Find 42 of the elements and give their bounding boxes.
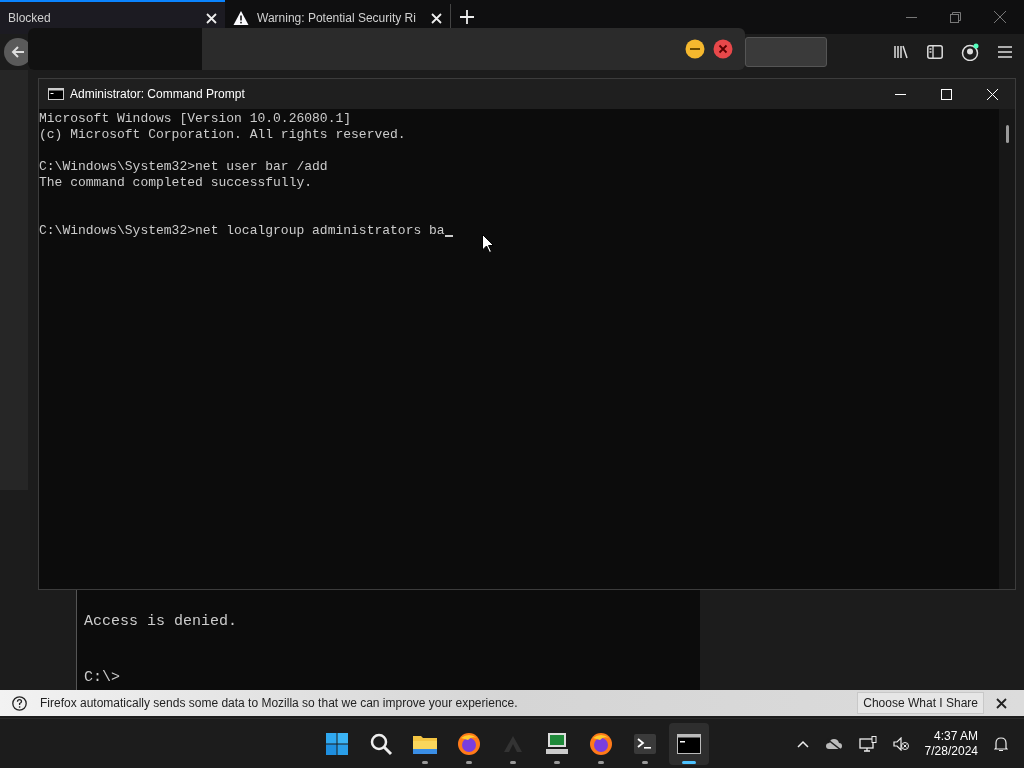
console-line: The command completed successfully. bbox=[39, 175, 313, 191]
computer-icon bbox=[544, 731, 570, 756]
speaker-muted-icon[interactable] bbox=[892, 736, 909, 751]
terminal-icon bbox=[633, 732, 657, 755]
minus-circle-icon[interactable] bbox=[685, 39, 705, 59]
warning-icon bbox=[233, 10, 249, 26]
library-icon[interactable] bbox=[893, 44, 909, 60]
browser-icon bbox=[457, 731, 481, 756]
console-line: (c) Microsoft Corporation. All rights reserved. bbox=[39, 127, 406, 143]
new-tab-icon[interactable] bbox=[459, 9, 475, 25]
choose-what-i-share-button[interactable]: Choose What I Share bbox=[857, 692, 984, 714]
clock-time: 4:37 AM bbox=[933, 728, 978, 744]
account-icon[interactable] bbox=[961, 43, 979, 61]
clock-date: 7/28/2024 bbox=[924, 743, 978, 759]
console-line: Access is denied. bbox=[84, 612, 239, 632]
network-icon[interactable] bbox=[858, 735, 877, 752]
help-icon bbox=[12, 695, 27, 711]
taskbar-app-button[interactable] bbox=[669, 722, 709, 765]
browser-icon bbox=[589, 731, 613, 756]
cloud-off-icon[interactable] bbox=[824, 737, 843, 750]
scrollbar-thumb[interactable] bbox=[1005, 125, 1009, 143]
chevron-up-icon[interactable] bbox=[796, 739, 809, 748]
close-circle-icon[interactable] bbox=[713, 39, 733, 59]
sidebar-icon[interactable] bbox=[927, 45, 943, 59]
bell-icon[interactable] bbox=[994, 735, 1008, 752]
console-line: C:\Windows\System32>net user bar /add bbox=[39, 159, 328, 175]
console-line: C:\> bbox=[84, 668, 121, 688]
toolbar-field[interactable] bbox=[745, 37, 827, 67]
console-line: C:\Windows\System32>net localgroup administrators ba bbox=[39, 223, 445, 239]
menu-icon[interactable] bbox=[997, 45, 1013, 59]
windows-logo-icon bbox=[325, 731, 349, 756]
console-icon bbox=[48, 88, 64, 100]
console-icon bbox=[677, 733, 701, 754]
mouse-pointer-icon bbox=[482, 234, 494, 253]
search-icon bbox=[369, 731, 393, 756]
notification-message: Firefox automatically sends some data to Mozilla so that we can improve your experience. bbox=[40, 695, 518, 712]
close-icon[interactable] bbox=[996, 697, 1007, 709]
back-arrow-icon bbox=[11, 45, 25, 59]
window-title: Administrator: Command Prompt bbox=[70, 86, 245, 103]
console-line: Microsoft Windows [Version 10.0.26080.1] bbox=[39, 111, 352, 127]
restore-icon[interactable] bbox=[950, 11, 961, 23]
maximize-icon[interactable] bbox=[941, 88, 952, 100]
